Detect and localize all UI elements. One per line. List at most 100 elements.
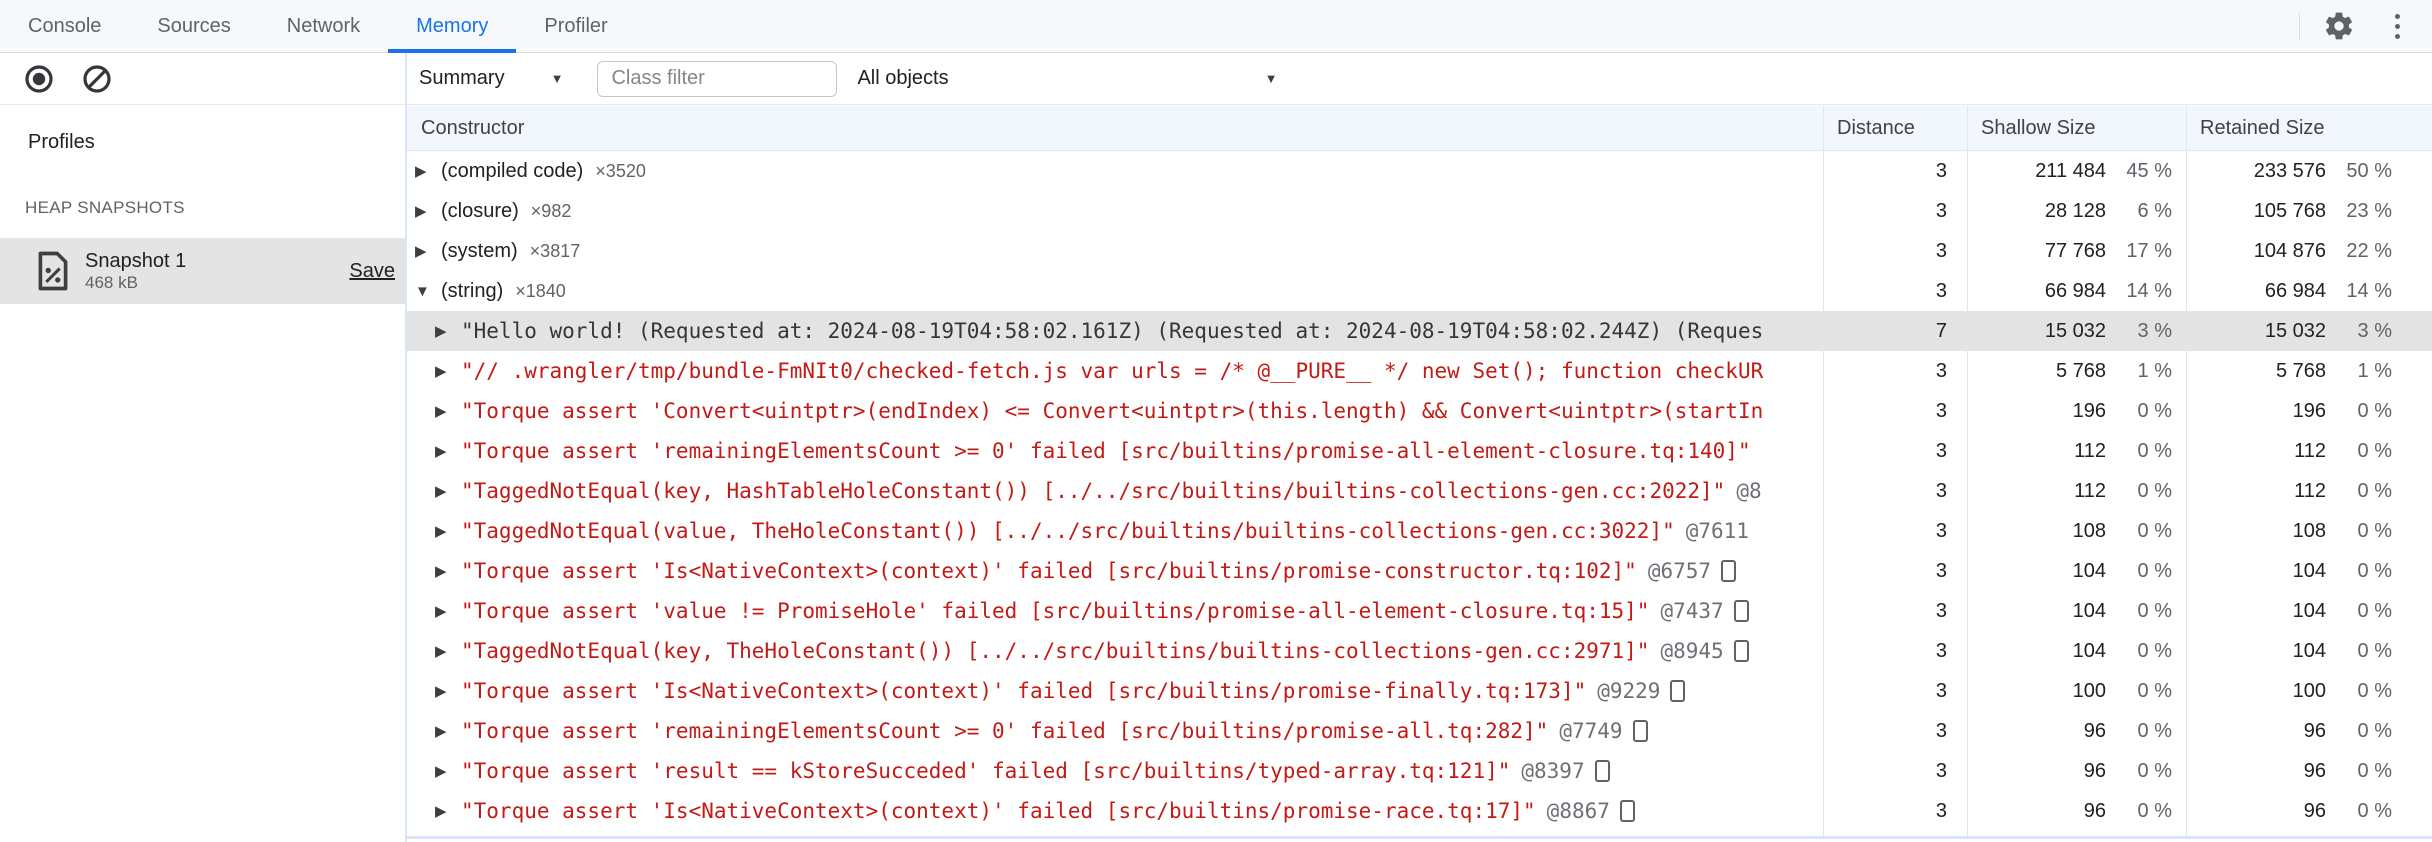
disclosure-triangle-icon[interactable]: ▶ (415, 162, 441, 180)
class-name: (string) (441, 279, 504, 302)
class-filter-input[interactable] (597, 60, 838, 97)
disclosure-triangle-icon[interactable]: ▶ (435, 682, 461, 700)
save-snapshot-link[interactable]: Save (349, 260, 395, 283)
retained-size-cell: 15 032 3 % (2186, 320, 2432, 343)
disclosure-triangle-icon[interactable]: ▼ (415, 283, 441, 300)
clear-icon (83, 64, 111, 93)
constructor-cell: ▶ "// .wrangler/tmp/bundle-FmNIt0/checked… (407, 351, 1823, 391)
clear-profiles-button[interactable] (78, 60, 116, 98)
disclosure-triangle-icon[interactable]: ▶ (435, 762, 461, 780)
snapshot-item[interactable]: Snapshot 1 468 kB Save (0, 238, 405, 304)
table-row[interactable]: ▶ "TaggedNotEqual(key, HashTableHoleConst… (407, 471, 2432, 511)
size-value: 112 (2074, 479, 2106, 502)
size-value: 108 (2292, 519, 2326, 542)
disclosure-triangle-icon[interactable]: ▶ (435, 642, 461, 660)
table-row[interactable]: ▶ (system) ×3817 3 77 768 17 % 104 876 22 % (407, 231, 2432, 271)
memory-panel-main: Summary ▼ All objects ▼ Constructor Dist… (405, 53, 2432, 842)
size-value: 66 984 (2264, 279, 2326, 302)
perspective-select[interactable]: Summary ▼ (419, 67, 563, 90)
distance-cell: 3 (1935, 199, 1947, 222)
tab-console[interactable]: Console (0, 0, 129, 52)
string-value: "Torque assert 'Convert<uintptr>(endInde… (461, 399, 1764, 423)
string-value: "TaggedNotEqual(key, TheHoleConstant()) … (461, 639, 1650, 663)
table-row[interactable]: ▶ "TaggedNotEqual(key, TheHoleConstant())… (407, 631, 2432, 671)
disclosure-triangle-icon[interactable]: ▶ (435, 802, 461, 820)
snapshot-size: 468 kB (85, 272, 138, 292)
profiles-heading: Profiles (28, 131, 95, 153)
more-options-button[interactable] (2378, 7, 2416, 45)
distance-cell: 3 (1935, 679, 1947, 702)
column-header-retained-size[interactable]: Retained Size (2186, 117, 2432, 140)
table-row[interactable]: ▶ "Torque assert 'Is<NativeContext>(conte… (407, 791, 2432, 831)
table-row[interactable]: ▶ "Torque assert 'Is<NativeContext>(conte… (407, 551, 2432, 591)
string-value: "Torque assert 'value != PromiseHole' fa… (461, 599, 1650, 623)
distance-cell: 3 (1935, 399, 1947, 422)
disclosure-triangle-icon[interactable]: ▶ (415, 242, 441, 260)
object-scope-select[interactable]: All objects ▼ (857, 67, 1277, 90)
constructor-cell: ▶ (system) ×3817 (407, 231, 1823, 271)
size-value: 15 032 (2264, 319, 2326, 342)
tab-sources[interactable]: Sources (129, 0, 258, 52)
object-marker-icon (1594, 760, 1610, 782)
column-header-constructor[interactable]: Constructor (407, 117, 1823, 140)
tab-network[interactable]: Network (259, 0, 388, 52)
size-percent: 45 % (2126, 159, 2172, 182)
table-row[interactable]: ▶ "Torque assert 'Convert<uintptr>(endInd… (407, 391, 2432, 431)
table-row[interactable]: ▶ "Torque assert 'value != PromiseHole' f… (407, 591, 2432, 631)
tab-memory[interactable]: Memory (388, 0, 517, 53)
size-percent: 0 % (2357, 439, 2392, 462)
constructor-cell: ▶ (compiled code) ×3520 (407, 151, 1823, 191)
disclosure-triangle-icon[interactable]: ▶ (435, 562, 461, 580)
settings-button[interactable] (2320, 7, 2358, 45)
size-value: 104 (2072, 559, 2106, 582)
shallow-size-cell: 28 128 6 % (1967, 200, 2186, 223)
object-scope-select-value: All objects (857, 67, 949, 89)
retained-size-cell: 96 0 % (2186, 800, 2432, 823)
table-row[interactable]: ▶ (compiled code) ×3520 3 211 484 45 % 233 576… (407, 151, 2432, 191)
table-row[interactable]: ▶ "Torque assert 'result == kStoreSuccede… (407, 751, 2432, 791)
size-percent: 0 % (2137, 479, 2172, 502)
disclosure-triangle-icon[interactable]: ▶ (435, 402, 461, 420)
table-row[interactable]: ▶ "TaggedNotEqual(value, TheHoleConstant(… (407, 511, 2432, 551)
record-heap-snapshot-button[interactable] (20, 60, 58, 98)
string-value: "// .wrangler/tmp/bundle-FmNIt0/checked-… (461, 359, 1764, 383)
disclosure-triangle-icon[interactable]: ▶ (435, 442, 461, 460)
table-row[interactable]: ▶ "// .wrangler/tmp/bundle-FmNIt0/checked… (407, 351, 2432, 391)
retained-size-cell: 5 768 1 % (2186, 360, 2432, 383)
distance-cell: 7 (1935, 319, 1947, 342)
disclosure-triangle-icon[interactable]: ▶ (435, 602, 461, 620)
constructor-cell: ▶ "TaggedNotEqual(value, TheHoleConstant(… (407, 511, 1823, 551)
size-value: 196 (2292, 399, 2326, 422)
column-resize-handle[interactable] (1823, 106, 1824, 836)
size-percent: 0 % (2357, 719, 2392, 742)
column-resize-handle[interactable] (2186, 106, 2187, 836)
disclosure-triangle-icon[interactable]: ▶ (435, 322, 461, 340)
size-percent: 23 % (2346, 199, 2392, 222)
object-marker-icon (1632, 720, 1648, 742)
table-row[interactable]: ▶ "Torque assert 'Is<NativeContext>(conte… (407, 671, 2432, 711)
shallow-size-cell: 100 0 % (1967, 680, 2186, 703)
column-header-distance[interactable]: Distance (1823, 117, 1967, 140)
devtools-window: Console Sources Network Memory Profiler Prof… (0, 0, 2432, 842)
disclosure-triangle-icon[interactable]: ▶ (435, 522, 461, 540)
grid-header-row: Constructor Distance Shallow Size Retain… (407, 106, 2432, 151)
column-header-shallow-size[interactable]: Shallow Size (1967, 117, 2186, 140)
size-percent: 0 % (2137, 719, 2172, 742)
grid-bottom-border (407, 836, 2432, 839)
table-row[interactable]: ▶ "Torque assert 'remainingElementsCount … (407, 711, 2432, 751)
size-value: 104 876 (2253, 239, 2326, 262)
size-value: 233 576 (2253, 159, 2326, 182)
size-percent: 0 % (2357, 639, 2392, 662)
disclosure-triangle-icon[interactable]: ▶ (435, 362, 461, 380)
table-row[interactable]: ▶ "Torque assert 'remainingElementsCount … (407, 431, 2432, 471)
disclosure-triangle-icon[interactable]: ▶ (435, 482, 461, 500)
table-row[interactable]: ▶ "Hello world! (Requested at: 2024-08-19… (407, 311, 2432, 351)
disclosure-triangle-icon[interactable]: ▶ (435, 722, 461, 740)
retained-size-cell: 66 984 14 % (2186, 280, 2432, 303)
table-row[interactable]: ▶ (closure) ×982 3 28 128 6 % 105 768 23 % (407, 191, 2432, 231)
tab-profiler[interactable]: Profiler (516, 0, 635, 52)
size-value: 104 (2292, 639, 2326, 662)
table-row[interactable]: ▼ (string) ×1840 3 66 984 14 % 66 984 14 % (407, 271, 2432, 311)
disclosure-triangle-icon[interactable]: ▶ (415, 202, 441, 220)
column-resize-handle[interactable] (1967, 106, 1968, 836)
